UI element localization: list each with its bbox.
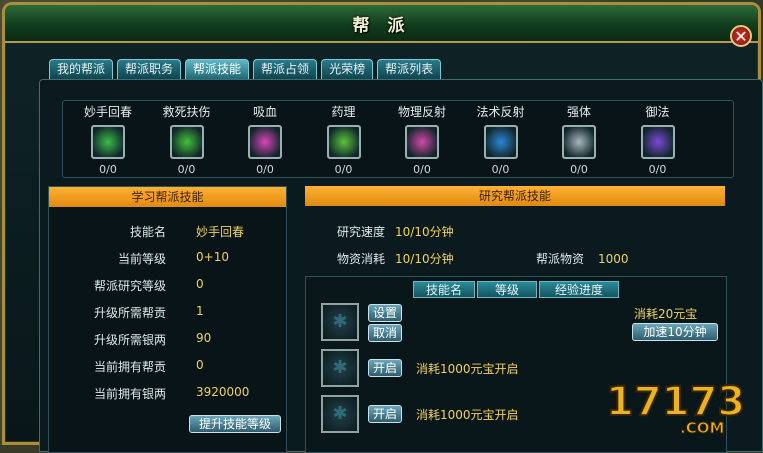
- title-bar[interactable]: 帮 派: [5, 5, 758, 43]
- column-level: 等级: [477, 281, 537, 298]
- research-speed-row: 研究速度 10/10分钟: [337, 223, 454, 240]
- learn-info-label: 升级所需银两: [93, 333, 166, 347]
- tab-honor-board[interactable]: 光荣榜: [321, 59, 374, 79]
- research-slot-2[interactable]: [321, 349, 359, 387]
- learn-info-label: 当前等级: [117, 252, 166, 266]
- learn-info-value: 妙手回春: [196, 225, 245, 239]
- guild-supplies-row: 帮派物资 1000: [536, 250, 629, 267]
- tab-bar: 我的帮派 帮派职务 帮派技能 帮派占领 光荣榜 帮派列表: [49, 59, 442, 79]
- research-speed-label: 研究速度: [337, 225, 386, 239]
- tab-guild-skills[interactable]: 帮派技能: [185, 59, 250, 79]
- learn-info-value: 0: [196, 277, 204, 291]
- open-slot-3-cost: 消耗1000元宝开启: [416, 408, 519, 422]
- learn-info-value: 3920000: [196, 385, 250, 399]
- skill-item[interactable]: 吸血 0/0: [226, 101, 304, 176]
- logo-domain: .COM: [680, 419, 724, 437]
- skill-level-count: 0/0: [570, 163, 588, 176]
- skill-item[interactable]: 强体 0/0: [540, 101, 618, 176]
- skill-icon[interactable]: [91, 125, 125, 159]
- supply-consumption-label: 物资消耗: [337, 252, 386, 266]
- speedup-button[interactable]: 加速10分钟: [632, 323, 718, 341]
- skill-item[interactable]: 物理反射 0/0: [383, 101, 461, 176]
- learn-info-value: 90: [196, 331, 212, 345]
- window-title: 帮 派: [352, 16, 411, 36]
- skill-name: 吸血: [252, 105, 277, 119]
- tab-guild-positions[interactable]: 帮派职务: [117, 59, 182, 79]
- cancel-button[interactable]: 取消: [368, 324, 402, 342]
- close-button[interactable]: ✕: [730, 25, 752, 47]
- open-slot-2-button[interactable]: 开启: [368, 359, 402, 377]
- guild-supplies-value: 1000: [598, 252, 629, 266]
- skill-name: 妙手回春: [83, 105, 132, 119]
- learn-info-label: 技能名: [129, 225, 166, 239]
- learn-skill-panel: 学习帮派技能 技能名 妙手回春当前等级 0+10 帮派研究等级 0 升级所需帮贡 1 升级所需…: [48, 186, 287, 453]
- column-skill-name: 技能名: [413, 281, 475, 298]
- learn-info-label: 当前拥有帮贡: [93, 360, 166, 374]
- learn-info-label: 升级所需帮贡: [93, 306, 166, 320]
- skill-level-count: 0/0: [334, 163, 353, 176]
- supply-consumption-row: 物资消耗 10/10分钟: [337, 250, 454, 267]
- skill-level-count: 0/0: [99, 163, 117, 176]
- learn-panel-header: 学习帮派技能: [49, 187, 286, 207]
- skill-icon[interactable]: [248, 125, 282, 159]
- skill-name: 物理反射: [397, 105, 446, 119]
- open-slot-2-cost: 消耗1000元宝开启: [416, 362, 519, 376]
- skill-icon[interactable]: [405, 125, 439, 159]
- skill-icon[interactable]: [326, 125, 361, 159]
- skill-name: 御法: [645, 105, 670, 119]
- skill-item[interactable]: 妙手回春 0/0: [69, 101, 147, 176]
- research-panel-header: 研究帮派技能: [305, 186, 725, 206]
- learn-info-value: 0+10: [196, 250, 229, 264]
- tab-guild-occupation[interactable]: 帮派占领: [253, 59, 318, 79]
- skill-name: 强体: [566, 105, 591, 119]
- learn-info-value: 0: [196, 358, 204, 372]
- skill-level-count: 0/0: [648, 163, 667, 176]
- skill-icon[interactable]: [483, 125, 518, 159]
- tab-my-guild[interactable]: 我的帮派: [49, 59, 114, 79]
- skill-level-count: 0/0: [256, 163, 274, 176]
- research-slot-1[interactable]: [321, 303, 359, 341]
- skill-item[interactable]: 救死扶伤 0/0: [148, 101, 226, 176]
- learn-info-label: 当前拥有银两: [93, 387, 166, 401]
- skill-level-count: 0/0: [413, 163, 431, 176]
- skill-name: 法术反射: [476, 105, 525, 119]
- guild-supplies-label: 帮派物资: [536, 252, 585, 266]
- research-slot-3[interactable]: [321, 395, 359, 433]
- upgrade-skill-button[interactable]: 提升技能等级: [189, 415, 281, 433]
- skill-icon[interactable]: [640, 125, 675, 159]
- speedup-cost-text: 消耗20元宝: [634, 307, 698, 321]
- research-speed-value: 10/10分钟: [395, 225, 454, 239]
- set-button[interactable]: 设置: [368, 304, 402, 322]
- skill-name: 药理: [331, 105, 356, 119]
- skill-item[interactable]: 御法 0/0: [619, 101, 697, 176]
- supply-consumption-value: 10/10分钟: [395, 252, 454, 266]
- skill-level-count: 0/0: [491, 163, 510, 176]
- skill-name: 救死扶伤: [162, 105, 211, 119]
- column-exp-progress: 经验进度: [539, 281, 619, 298]
- open-slot-3-button[interactable]: 开启: [368, 405, 402, 423]
- learn-info-value: 1: [196, 304, 204, 318]
- skill-icon[interactable]: [169, 125, 204, 159]
- skill-icon[interactable]: [562, 125, 596, 159]
- site-watermark-logo: 17173 .COM: [605, 378, 746, 438]
- skills-row: 妙手回春 0/0 救死扶伤 0/0 吸血 0/0 药理 0/0 物理反射 0/0 法术反射 0/0 强体…: [62, 100, 734, 178]
- skill-item[interactable]: 药理 0/0: [305, 101, 383, 176]
- skill-level-count: 0/0: [177, 163, 196, 176]
- learn-info-label: 帮派研究等级: [93, 279, 166, 293]
- skill-item[interactable]: 法术反射 0/0: [462, 101, 540, 176]
- tab-guild-list[interactable]: 帮派列表: [377, 59, 442, 79]
